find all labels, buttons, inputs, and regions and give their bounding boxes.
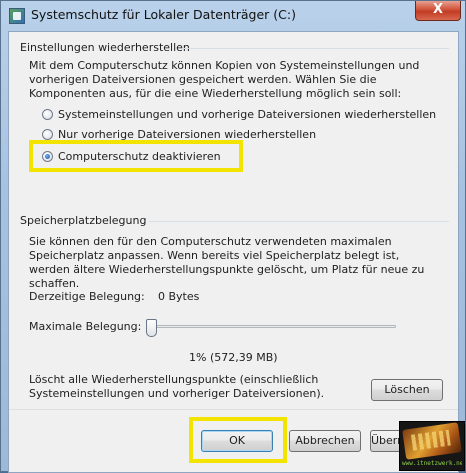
max-usage-slider-thumb[interactable] — [146, 319, 158, 337]
window-title: Systemschutz für Lokaler Datenträger (C:… — [31, 7, 296, 22]
current-usage-value: 0 Bytes — [158, 290, 200, 303]
watermark-url: www.itnetzwerk.net — [402, 460, 462, 467]
footer-separator — [9, 409, 458, 410]
radio-label: Systemeinstellungen und vorherige Dateiv… — [58, 107, 437, 121]
delete-description: Löscht alle Wiederherstellungspunkte (ei… — [29, 373, 325, 400]
current-usage-label: Derzeitige Belegung: — [29, 290, 145, 303]
dialog-client-area: Einstellungen wiederherstellen Mit dem C… — [8, 31, 459, 473]
group-divider — [183, 48, 449, 49]
close-button[interactable]: X — [415, 1, 461, 21]
disk-space-description: Sie können den für den Computerschutz ve… — [29, 235, 425, 290]
cancel-button[interactable]: Abbrechen — [289, 430, 361, 452]
highlight-annotation — [29, 140, 243, 172]
radio-button[interactable] — [42, 108, 53, 120]
highlight-annotation — [189, 417, 287, 463]
watermark-logo-graphic — [402, 422, 462, 460]
disk-space-group-title: Speicherplatzbelegung — [20, 214, 147, 227]
dialog-window: Systemschutz für Lokaler Datenträger (C:… — [0, 0, 466, 473]
max-usage-slider-track[interactable] — [156, 325, 396, 328]
system-protection-icon — [9, 8, 25, 24]
title-bar[interactable]: Systemschutz für Lokaler Datenträger (C:… — [1, 1, 465, 31]
radio-button[interactable] — [42, 128, 53, 140]
delete-button[interactable]: Löschen — [371, 379, 443, 401]
watermark-logo: www.itnetzwerk.net — [399, 421, 465, 471]
radio-restore-system-and-files[interactable]: Systemeinstellungen und vorherige Dateiv… — [42, 106, 436, 122]
max-usage-label: Maximale Belegung: — [29, 320, 142, 333]
group-divider — [149, 221, 449, 222]
restore-settings-description: Mit dem Computerschutz können Kopien von… — [29, 59, 420, 100]
radio-label: Nur vorherige Dateiversionen wiederherst… — [58, 127, 317, 141]
max-usage-percent: 1% (572,39 MB) — [189, 351, 278, 364]
restore-settings-group-title: Einstellungen wiederherstellen — [20, 41, 190, 54]
